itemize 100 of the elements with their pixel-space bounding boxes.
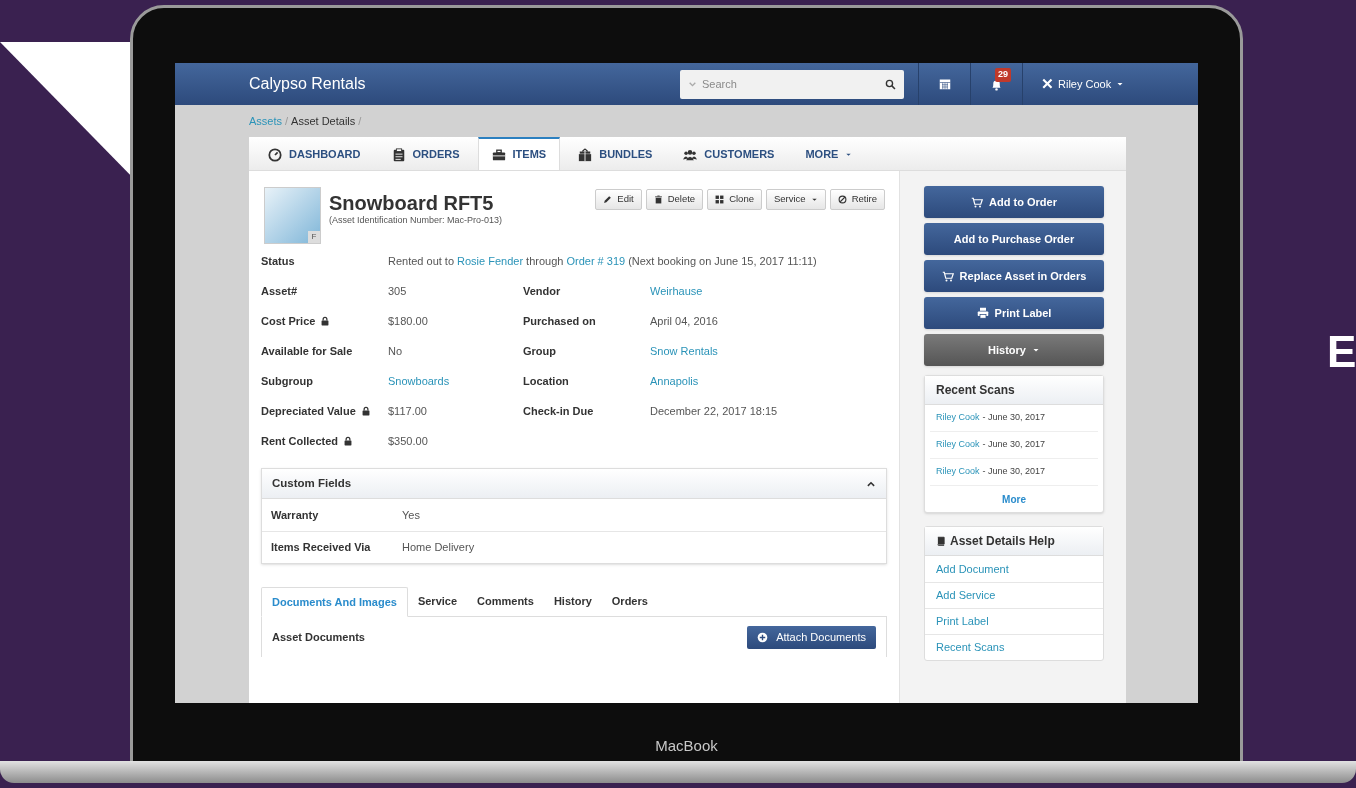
detail-tab[interactable]: Orders [601,587,658,616]
field-label: Group [523,343,556,359]
section-title: Asset Documents [272,629,365,645]
user-menu[interactable]: Riley Cook [1022,63,1125,105]
book-icon [936,536,946,546]
status-text: Rented out to [388,253,455,269]
more-link[interactable]: More [1002,491,1026,507]
action-button[interactable]: Retire [829,189,885,210]
ban-icon [837,195,847,204]
scan-user-link[interactable]: Riley Cook [936,411,980,425]
field-link[interactable]: Snowboards [388,372,523,390]
people-icon [683,147,698,162]
cart-icon [971,196,984,208]
gauge-icon [268,147,282,162]
nav-tab[interactable]: DASHBOARD [255,137,374,170]
scan-user-link[interactable]: Riley Cook [936,465,980,479]
action-button[interactable]: Edit [595,189,642,210]
help-link[interactable]: Recent Scans [936,639,1005,656]
status-link[interactable]: Order # 319 [566,252,626,270]
side-action-button[interactable]: Add to Order [924,186,1104,218]
field-label: Warranty [271,507,320,523]
trash-icon [653,195,663,204]
action-button[interactable]: Service [765,189,826,210]
help-link[interactable]: Add Document [936,560,1009,578]
field-value: December 22, 2017 18:15 [650,403,779,419]
field-value: 305 [388,283,408,299]
scan-date: - June 30, 2017 [982,411,1046,425]
cart-icon [941,270,954,282]
help-link[interactable]: Add Service [936,587,996,604]
photo-badge: F [308,231,320,243]
field-label: Depreciated Value [261,403,356,419]
app-title: Calypso Rentals [249,74,367,94]
detail-tab[interactable]: History [543,587,602,616]
field-value: Home Delivery [402,540,475,556]
field-label: Rent Collected [261,433,338,449]
nav-tab[interactable]: ORDERS [378,137,473,170]
scan-date: - June 30, 2017 [982,438,1046,452]
clipboard-icon [391,147,406,162]
status-link[interactable]: Rosie Fender [457,252,524,270]
field-value: No [388,343,404,359]
printer-icon [976,307,989,319]
attach-documents-button[interactable]: Attach Documents [747,625,876,649]
breadcrumb-item: Asset Details [291,113,356,129]
field-label: Items Received Via [271,540,372,556]
side-action-button[interactable]: Print Label [924,297,1104,329]
field-label: Vendor [523,283,561,299]
breadcrumb-separator: / [358,113,362,129]
field-label: Status [261,253,295,269]
pencil-icon [603,195,613,204]
background-letter: E [1327,330,1356,374]
field-link[interactable]: Snow Rentals [650,342,785,360]
breadcrumb-separator: / [285,113,289,129]
status-text: (Next booking on June 15, 2017 11:11) [628,253,817,269]
calendar-icon [938,78,951,90]
caret-icon [1031,346,1040,354]
scan-user-link[interactable]: Riley Cook [936,438,980,452]
field-link[interactable]: Annapolis [650,372,785,390]
detail-tab[interactable]: Comments [467,587,544,616]
field-label: Subgroup [261,373,313,389]
search-field[interactable]: Search [680,69,904,99]
field-label: Check-in Due [523,403,594,419]
field-label: Purchased on [523,313,596,329]
notifications-button[interactable]: 29 [970,63,1022,105]
side-action-button[interactable]: Add to Purchase Order [924,223,1104,255]
panel-title: Custom Fields [272,475,352,491]
asset-title: Snowboard RFT5 [329,192,495,214]
asset-subtitle: (Asset Identification Number: Mac-Pro-013) [329,214,503,227]
detail-tab[interactable]: Documents And Images [261,587,408,617]
action-button[interactable]: Clone [707,189,762,210]
action-button[interactable]: Delete [645,189,704,210]
side-action-button[interactable]: Replace Asset in Orders [924,260,1104,292]
field-label: Available for Sale [261,343,353,359]
field-value: $180.00 [388,313,429,329]
field-value: $117.00 [388,403,428,419]
gift-icon [578,147,593,162]
field-value: $350.00 [388,433,429,449]
nav-tab[interactable]: BUNDLES [565,137,666,170]
panel-title: Recent Scans [925,376,1103,405]
field-value: Yes [402,507,420,523]
field-label: Location [523,373,569,389]
status-text: through [526,253,564,269]
plus-circle-icon [757,631,769,643]
briefcase-icon [491,147,506,162]
field-label: Asset# [261,283,298,299]
panel-title: Asset Details Help [950,533,1055,550]
nav-tab[interactable]: MORE [792,137,866,170]
help-link[interactable]: Print Label [936,613,989,630]
field-label: Cost Price [261,313,316,329]
side-action-button[interactable]: History [924,334,1104,366]
laptop-label: MacBook [655,736,718,756]
caret-icon [810,196,818,203]
nav-tab[interactable]: CUSTOMERS [670,137,788,170]
grid-icon [715,195,725,204]
search-icon [885,78,896,90]
detail-tab[interactable]: Service [407,587,468,616]
caret-icon [1116,80,1125,88]
field-link[interactable]: Weirhause [650,282,785,300]
caret-icon [845,151,853,158]
notification-count: 29 [995,68,1011,82]
nav-tab[interactable]: ITEMS [477,137,561,170]
